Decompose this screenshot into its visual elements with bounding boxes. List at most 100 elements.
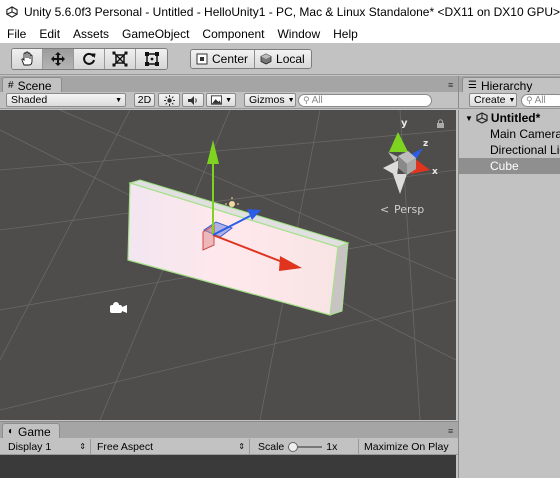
window-title: Unity 5.6.0f3 Personal - Untitled - Hell…: [23, 5, 560, 19]
scene-tab-icon: #: [8, 80, 14, 91]
game-tab-icon: ◐: [8, 426, 15, 437]
menu-edit[interactable]: Edit: [32, 27, 66, 41]
game-tab-label: Game: [18, 424, 51, 439]
hierarchy-item-cube[interactable]: Cube: [459, 158, 560, 174]
scene-viewport[interactable]: y z x < Persp: [0, 110, 456, 420]
audio-toggle-button[interactable]: [182, 93, 204, 107]
create-dropdown[interactable]: Create ▼: [469, 93, 517, 107]
list-item-label: Main Camera: [490, 127, 560, 141]
maximize-on-play-label: Maximize On Play: [364, 440, 449, 453]
tab-scene[interactable]: # Scene: [2, 77, 62, 93]
hierarchy-search-placeholder: All: [534, 95, 546, 106]
effects-dropdown[interactable]: ▼: [206, 93, 236, 107]
rotate-icon: [83, 52, 96, 65]
expand-arrow-icon: ▼: [465, 113, 473, 123]
menu-component[interactable]: Component: [195, 27, 270, 41]
menu-assets[interactable]: Assets: [66, 27, 115, 41]
scale-control: Scale 1x: [254, 439, 359, 454]
hand-tool-button[interactable]: [12, 49, 43, 69]
chevron-down-icon: ▼: [508, 96, 516, 104]
shading-mode-dropdown[interactable]: Shaded ▼: [6, 93, 126, 107]
aspect-dropdown[interactable]: Free Aspect ⇕: [93, 439, 250, 454]
scale-tool-button[interactable]: [105, 49, 136, 69]
chevron-down-icon: ▼: [225, 96, 232, 104]
create-label: Create: [474, 94, 506, 106]
pivot-center-icon: [196, 53, 208, 65]
move-icon: [51, 52, 65, 66]
lock-icon[interactable]: [437, 119, 444, 128]
move-tool-button[interactable]: [43, 49, 74, 69]
search-icon: ⚲: [303, 94, 310, 105]
scene-root-label: Untitled*: [490, 111, 541, 125]
toggle-2d-button[interactable]: 2D: [134, 93, 155, 107]
lighting-toggle-button[interactable]: [158, 93, 180, 107]
projection-label[interactable]: Persp: [394, 203, 424, 216]
scene-tab-label: Scene: [17, 78, 52, 93]
speaker-icon: [188, 95, 197, 105]
scene-panel-menu-icon[interactable]: ≡: [448, 81, 453, 90]
gizmos-dropdown[interactable]: Gizmos ▼: [244, 93, 296, 107]
pivot-toggles: Center Local: [190, 49, 312, 69]
hierarchy-tab-label: Hierarchy: [480, 78, 533, 93]
tab-game[interactable]: ◐ Game: [2, 423, 60, 439]
hierarchy-tab-icon: ☰: [468, 80, 477, 91]
camera-gizmo-icon[interactable]: [110, 302, 127, 313]
pivot-mode-button[interactable]: Center: [191, 50, 255, 68]
hand-icon: [21, 51, 33, 66]
pivot-mode-label: Center: [212, 52, 249, 66]
hierarchy-search-input[interactable]: ⚲ All: [521, 94, 560, 107]
rotate-tool-button[interactable]: [74, 49, 105, 69]
game-tab-bar: ◐ Game ≡: [0, 421, 458, 439]
display-dropdown[interactable]: Display 1 ⇕: [4, 439, 91, 454]
shading-mode-value: Shaded: [11, 94, 48, 106]
hierarchy-list: ▼ Untitled* Main Camera Directional Ligh…: [458, 110, 560, 478]
scene-search-placeholder: All: [311, 94, 323, 106]
scale-label: Scale: [258, 440, 285, 453]
scene-search-input[interactable]: ⚲ All: [298, 93, 432, 107]
scene-root-row[interactable]: ▼ Untitled*: [459, 110, 560, 126]
axis-x-label: x: [432, 167, 438, 177]
rect-tool-button[interactable]: [136, 49, 167, 69]
menu-file[interactable]: File: [0, 27, 32, 41]
rect-icon: [144, 52, 159, 66]
menu-gameobject[interactable]: GameObject: [115, 27, 195, 41]
projection-arrow-icon: <: [380, 203, 389, 216]
image-icon: [211, 95, 223, 105]
game-viewport[interactable]: [0, 455, 456, 478]
scene-tab-bar: # Scene ≡: [0, 76, 458, 93]
list-item-label: Directional Light: [490, 143, 560, 157]
sun-icon: [163, 94, 175, 106]
scale-icon: [112, 51, 128, 67]
pivot-rotation-button[interactable]: Local: [254, 50, 311, 68]
transform-tools: [11, 48, 168, 70]
hierarchy-toolbar: Create ▼ ⚲ All: [458, 92, 560, 109]
gizmos-label: Gizmos: [249, 94, 285, 106]
game-panel-menu-icon[interactable]: ≡: [448, 427, 453, 436]
chevron-updown-icon: ⇕: [238, 442, 245, 451]
axis-y-label: y: [401, 118, 408, 129]
scale-slider[interactable]: [288, 441, 323, 452]
hierarchy-item-directional-light[interactable]: Directional Light: [459, 142, 560, 158]
tab-hierarchy[interactable]: ☰ Hierarchy: [462, 77, 560, 93]
main-toolbar: Center Local: [0, 43, 560, 75]
display-value: Display 1: [8, 440, 52, 453]
unity-logo-icon: [6, 6, 18, 18]
menu-bar: File Edit Assets GameObject Component Wi…: [0, 24, 560, 43]
search-icon: ⚲: [526, 95, 533, 105]
scale-slider-thumb[interactable]: [288, 441, 299, 452]
menu-help[interactable]: Help: [326, 27, 364, 41]
menu-window[interactable]: Window: [270, 27, 326, 41]
scene-canvas: y z x < Persp: [0, 110, 456, 420]
game-toolbar: Display 1 ⇕ Free Aspect ⇕ Scale 1x Maxim…: [0, 438, 458, 455]
toggle-2d-label: 2D: [137, 94, 152, 106]
axis-z-label: z: [423, 139, 428, 149]
title-bar: Unity 5.6.0f3 Personal - Untitled - Hell…: [0, 0, 560, 24]
maximize-on-play-toggle[interactable]: Maximize On Play: [360, 439, 458, 454]
chevron-down-icon: ▼: [115, 96, 122, 104]
chevron-updown-icon: ⇕: [79, 442, 86, 451]
list-item-label: Cube: [490, 159, 519, 173]
hierarchy-item-main-camera[interactable]: Main Camera: [459, 126, 560, 142]
scale-value: 1x: [326, 440, 338, 453]
cube-object[interactable]: [127, 179, 350, 316]
unity-scene-icon: [476, 112, 488, 124]
